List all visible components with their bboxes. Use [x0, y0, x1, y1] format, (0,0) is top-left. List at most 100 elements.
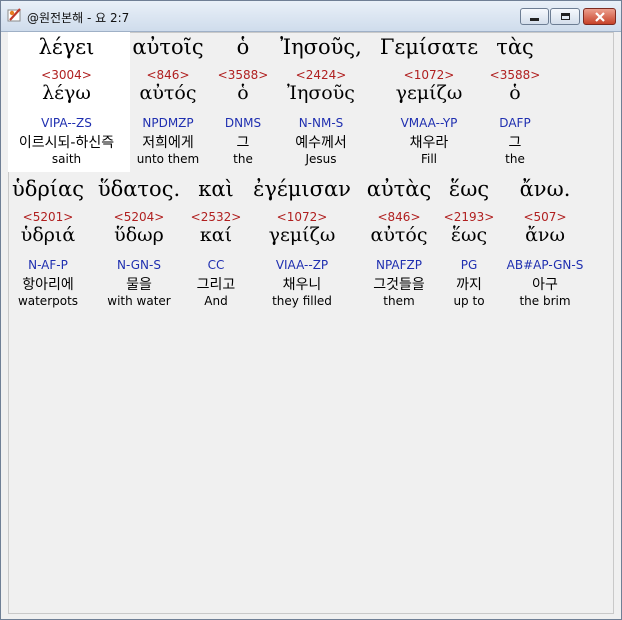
strong-number: <846>: [377, 210, 421, 224]
word-block[interactable]: ἐγέμισαν <1072> γεμίζω VIAA--ZP 채우니 they…: [245, 177, 359, 313]
word-block[interactable]: αὐτοῖς <846> αὐτός NPDMZP 저희에게 unto them: [125, 35, 211, 171]
word-block[interactable]: ἄνω. <507> ἄνω AB#AP-GN-S 아구 the brim: [499, 177, 591, 313]
parsing-code: N-GN-S: [117, 258, 161, 272]
greek-word: Γεμίσατε: [379, 35, 479, 59]
english-gloss: them: [383, 294, 415, 308]
lemma: ὑδριά: [20, 224, 76, 246]
maximize-icon: [560, 13, 570, 20]
korean-gloss: 그: [508, 135, 522, 151]
korean-gloss: 아구: [532, 277, 558, 293]
korean-gloss: 저희에게: [142, 135, 194, 151]
close-icon: [594, 7, 606, 26]
close-button[interactable]: [583, 8, 616, 25]
lemma: ἕως: [450, 224, 488, 246]
word-block[interactable]: Ἰησοῦς, <2424> Ἰησοῦς N-NM-S 예수께서 Jesus: [273, 35, 369, 171]
minimize-button[interactable]: [520, 8, 549, 25]
korean-gloss: 이르시되-하신즉: [18, 135, 115, 151]
window-title: @원전본해 - 요 2:7: [27, 11, 130, 25]
word-block[interactable]: ἕως <2193> ἕως PG 까지 up to: [439, 177, 499, 313]
strong-number: <3004>: [41, 68, 92, 82]
english-gloss: Fill: [420, 152, 438, 166]
english-gloss: they filled: [272, 294, 332, 308]
word-block[interactable]: ὁ <3588> ὁ DNMS 그 the: [213, 35, 273, 171]
greek-word: Ἰησοῦς,: [280, 35, 362, 59]
korean-gloss: 그리고: [196, 277, 236, 293]
parsing-code: DNMS: [224, 116, 262, 130]
greek-word: ἕως: [448, 177, 490, 201]
korean-gloss: 그: [236, 135, 250, 151]
strong-number: <3588>: [217, 68, 269, 82]
strong-number: <2532>: [190, 210, 242, 224]
english-gloss: with water: [107, 294, 171, 308]
strong-number: <2424>: [295, 68, 347, 82]
parsing-code: NPDMZP: [142, 116, 194, 130]
parsing-code: AB#AP-GN-S: [506, 258, 584, 272]
korean-gloss: 그것들을: [373, 277, 425, 293]
parsing-code: CC: [207, 258, 225, 272]
strong-number: <507>: [523, 210, 567, 224]
english-gloss: the brim: [519, 294, 571, 308]
greek-word: ἄνω.: [519, 177, 571, 201]
greek-word: ὁ: [236, 35, 250, 59]
strong-number: <2193>: [443, 210, 495, 224]
parsing-code: NPAFZP: [375, 258, 422, 272]
lemma: Ἰησοῦς: [287, 82, 355, 104]
english-gloss: And: [204, 294, 228, 308]
korean-gloss: 채우라: [409, 135, 449, 151]
parsing-code: VIAA--ZP: [275, 258, 329, 272]
greek-word: ὕδατος.: [97, 177, 181, 201]
lemma: γεμίζω: [268, 224, 336, 246]
app-icon: [7, 7, 23, 23]
lemma: ὁ: [509, 82, 521, 104]
english-gloss: up to: [453, 294, 485, 308]
app-window: @원전본해 - 요 2:7 λέγει <3004> λέγω VIPA--ZS…: [0, 0, 622, 620]
lemma: ἄνω: [525, 224, 565, 246]
lemma: καί: [199, 224, 233, 246]
parsing-code: N-AF-P: [28, 258, 68, 272]
korean-gloss: 항아리에: [22, 277, 74, 293]
lemma: ὕδωρ: [114, 224, 164, 246]
strong-number: <3588>: [489, 68, 541, 82]
greek-word: αὐτὰς: [366, 177, 432, 201]
word-block[interactable]: αὐτὰς <846> αὐτός NPAFZP 그것들을 them: [361, 177, 437, 313]
lemma: λέγω: [42, 82, 91, 104]
word-block[interactable]: τὰς <3588> ὁ DAFP 그 the: [487, 35, 543, 171]
korean-gloss: 예수께서: [295, 135, 347, 151]
word-block[interactable]: ὕδατος. <5204> ὕδωρ N-GN-S 물을 with water: [93, 177, 185, 313]
maximize-button[interactable]: [550, 8, 580, 25]
korean-gloss: 물을: [126, 277, 152, 293]
title-bar[interactable]: @원전본해 - 요 2:7: [1, 1, 621, 32]
lemma: αὐτός: [370, 224, 428, 246]
word-block[interactable]: ὑδρίας <5201> ὑδριά N-AF-P 항아리에 waterpot…: [8, 177, 88, 313]
lemma: ὁ: [237, 82, 249, 104]
parsing-code: DAFP: [499, 116, 531, 130]
parsing-code: VIPA--ZS: [41, 116, 92, 130]
strong-number: <1072>: [403, 68, 455, 82]
greek-word: τὰς: [496, 35, 534, 59]
minimize-icon: [530, 18, 539, 21]
strong-number: <846>: [146, 68, 190, 82]
english-gloss: waterpots: [17, 294, 79, 308]
greek-word: ἐγέμισαν: [253, 177, 351, 201]
strong-number: <1072>: [276, 210, 328, 224]
english-gloss: saith: [51, 152, 82, 166]
greek-word: καὶ: [198, 177, 234, 201]
greek-word: ὑδρίας: [12, 177, 84, 201]
english-gloss: Jesus: [305, 152, 337, 166]
parsing-code: N-NM-S: [298, 116, 344, 130]
lemma: γεμίζω: [395, 82, 463, 104]
korean-gloss: 까지: [456, 277, 482, 293]
word-block[interactable]: Γεμίσατε <1072> γεμίζω VMAA--YP 채우라 Fill: [373, 35, 485, 171]
word-block[interactable]: λέγει <3004> λέγω VIPA--ZS 이르시되-하신즉 sait…: [8, 35, 125, 171]
greek-word: λέγει: [38, 35, 95, 59]
english-gloss: the: [233, 152, 253, 166]
english-gloss: unto them: [136, 152, 200, 166]
greek-word: αὐτοῖς: [132, 35, 204, 59]
lemma: αὐτός: [139, 82, 197, 104]
parsing-code: PG: [460, 258, 478, 272]
strong-number: <5204>: [113, 210, 165, 224]
parsing-code: VMAA--YP: [400, 116, 458, 130]
strong-number: <5201>: [22, 210, 74, 224]
korean-gloss: 채우니: [282, 277, 322, 293]
word-block[interactable]: καὶ <2532> καί CC 그리고 And: [187, 177, 245, 313]
